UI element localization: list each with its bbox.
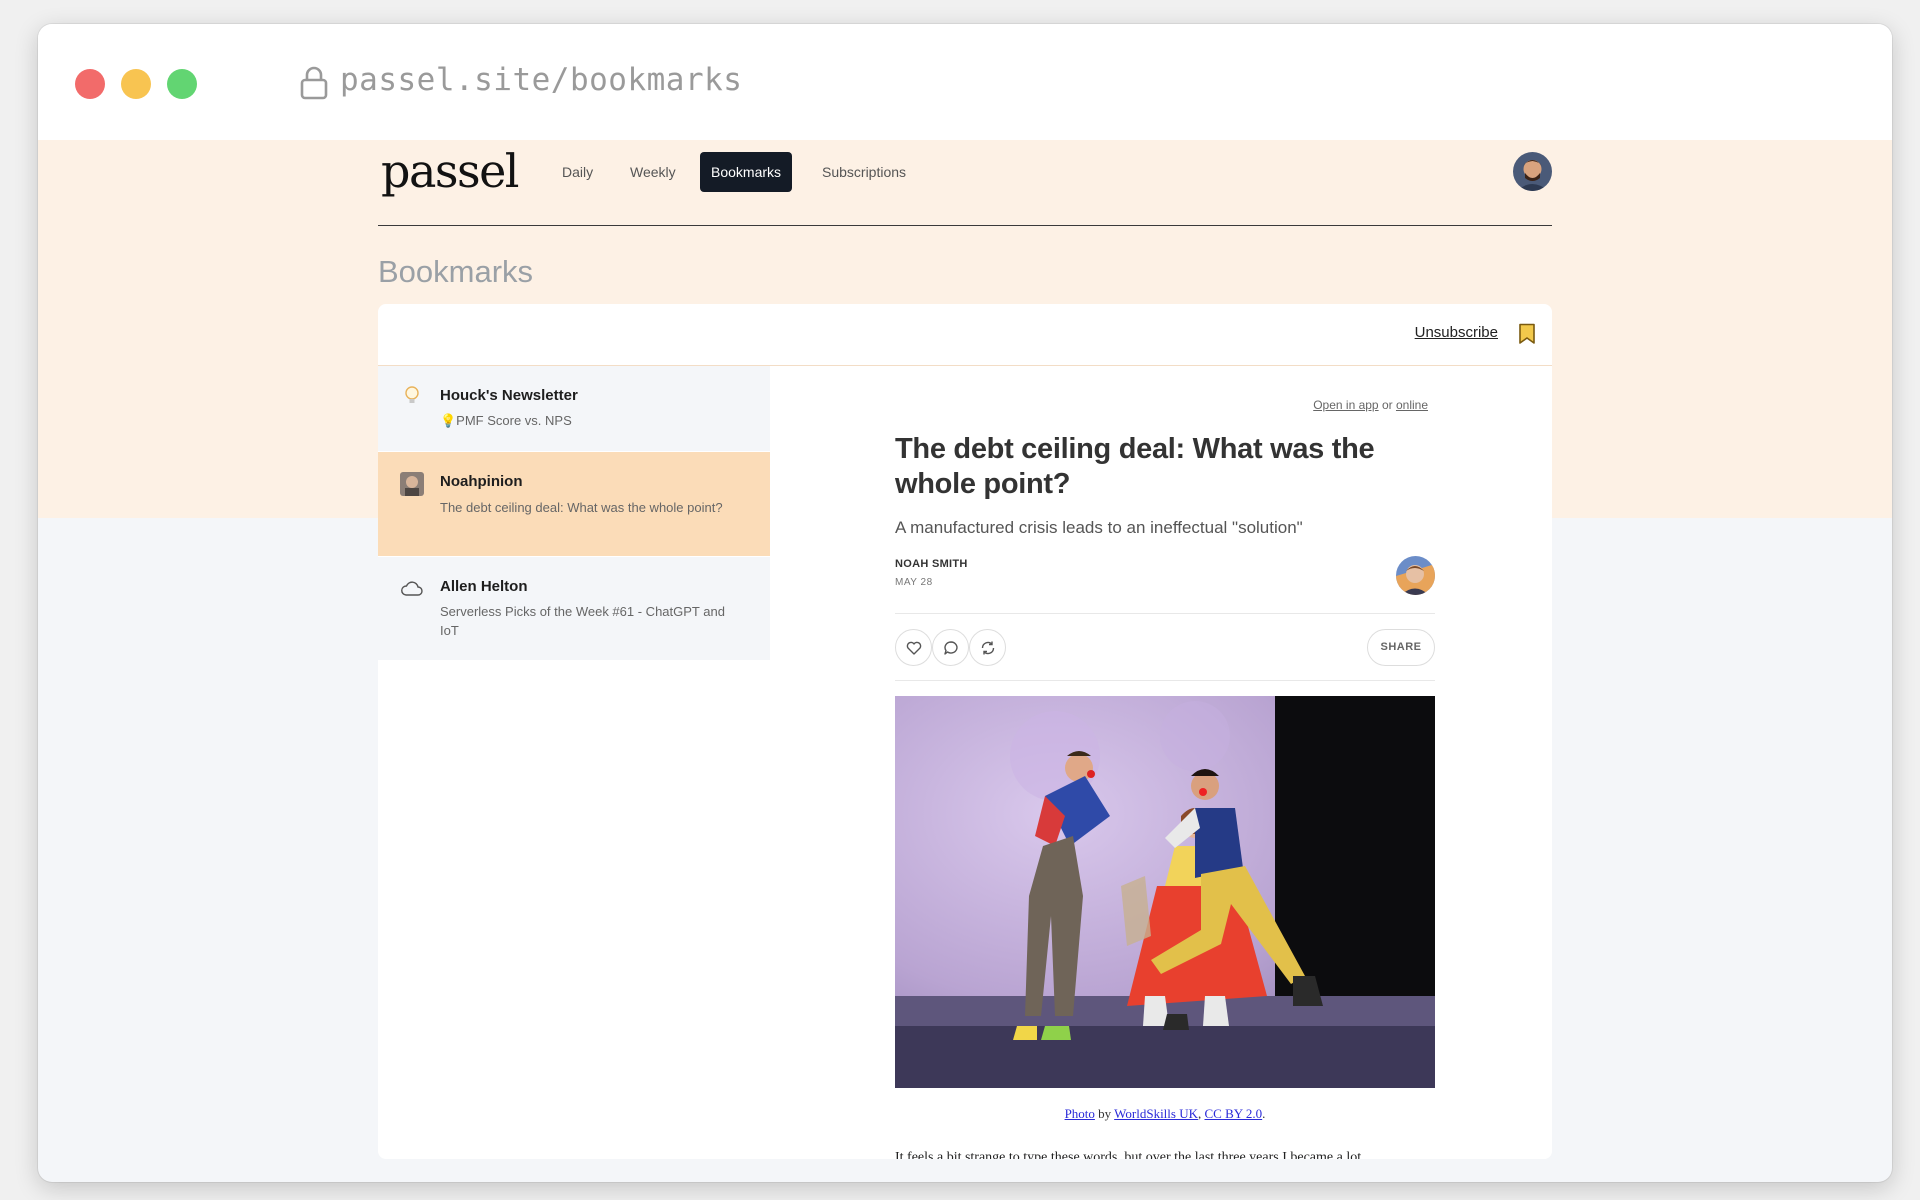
license-link[interactable]: CC BY 2.0 xyxy=(1205,1106,1263,1121)
article-date: MAY 28 xyxy=(895,577,933,588)
caption-by: by xyxy=(1098,1106,1112,1121)
open-in-app-link[interactable]: Open in app xyxy=(1313,398,1378,412)
or-text: or xyxy=(1381,398,1393,412)
nav-daily[interactable]: Daily xyxy=(551,152,604,192)
lock-icon xyxy=(300,66,328,100)
newsletter-item-houck[interactable]: Houck's Newsletter 💡PMF Score vs. NPS xyxy=(378,366,770,452)
card-toolbar: Unsubscribe xyxy=(378,304,1552,366)
lightbulb-icon xyxy=(405,386,419,403)
restack-button[interactable] xyxy=(969,629,1006,666)
minimize-window-button[interactable] xyxy=(121,69,151,99)
page-title: Bookmarks xyxy=(378,254,534,289)
cloud-icon xyxy=(401,581,423,596)
newsletter-subtitle: Serverless Picks of the Week #61 - ChatG… xyxy=(440,604,725,638)
like-button[interactable] xyxy=(895,629,932,666)
article-reader: Open in app or online The debt ceiling d… xyxy=(770,366,1552,1159)
maximize-window-button[interactable] xyxy=(167,69,197,99)
noahpinion-logo xyxy=(400,472,424,496)
share-button[interactable]: SHARE xyxy=(1367,629,1435,666)
browser-titlebar: passel.site/bookmarks xyxy=(38,24,1892,140)
article-body: It feels a bit strange to type these wor… xyxy=(895,1150,1362,1159)
newsletter-name: Allen Helton xyxy=(440,578,528,595)
browser-window: passel.site/bookmarks passel Daily Weekl… xyxy=(38,24,1892,1182)
address-bar[interactable]: passel.site/bookmarks xyxy=(340,62,742,98)
newsletter-list: Houck's Newsletter 💡PMF Score vs. NPS No… xyxy=(378,366,770,661)
source-link[interactable]: WorldSkills UK xyxy=(1114,1106,1198,1121)
nav-bookmarks[interactable]: Bookmarks xyxy=(700,152,793,192)
bookmarks-card: Unsubscribe Houck's Newsletter 💡PMF Scor… xyxy=(378,304,1552,1159)
newsletter-name: Noahpinion xyxy=(440,473,523,490)
caption-comma: , xyxy=(1198,1106,1202,1121)
divider xyxy=(895,680,1435,681)
comment-icon xyxy=(944,641,958,655)
article-author[interactable]: NOAH SMITH xyxy=(895,558,968,570)
photo-link[interactable]: Photo xyxy=(1065,1106,1095,1121)
open-links: Open in app or online xyxy=(1313,398,1428,412)
newsletter-name: Houck's Newsletter xyxy=(440,387,578,404)
photo-caption: Photo by WorldSkills UK, CC BY 2.0. xyxy=(895,1106,1435,1122)
newsletter-item-allen-helton[interactable]: Allen Helton Serverless Picks of the Wee… xyxy=(378,557,770,661)
heart-icon xyxy=(906,641,922,655)
article-photo[interactable] xyxy=(895,696,1435,1088)
caption-end: . xyxy=(1262,1106,1266,1121)
newsletter-subtitle: The debt ceiling deal: What was the whol… xyxy=(440,500,723,515)
close-window-button[interactable] xyxy=(75,69,105,99)
bookmark-icon[interactable] xyxy=(1518,323,1536,345)
comment-button[interactable] xyxy=(932,629,969,666)
open-online-link[interactable]: online xyxy=(1396,398,1428,412)
passel-logo[interactable]: passel xyxy=(381,144,520,198)
author-avatar[interactable] xyxy=(1396,556,1435,595)
refresh-icon xyxy=(981,641,995,655)
top-navigation: passel Daily Weekly Bookmarks Subscripti… xyxy=(378,140,1552,226)
newsletter-item-noahpinion[interactable]: Noahpinion The debt ceiling deal: What w… xyxy=(378,452,770,557)
nav-subscriptions[interactable]: Subscriptions xyxy=(811,152,917,192)
user-avatar[interactable] xyxy=(1513,152,1552,191)
article-subtitle: A manufactured crisis leads to an ineffe… xyxy=(895,518,1303,537)
nav-weekly[interactable]: Weekly xyxy=(619,152,687,192)
newsletter-subtitle: 💡PMF Score vs. NPS xyxy=(440,413,572,428)
article-title: The debt ceiling deal: What was the whol… xyxy=(895,433,1375,500)
divider xyxy=(895,613,1435,614)
unsubscribe-link[interactable]: Unsubscribe xyxy=(1415,324,1498,341)
